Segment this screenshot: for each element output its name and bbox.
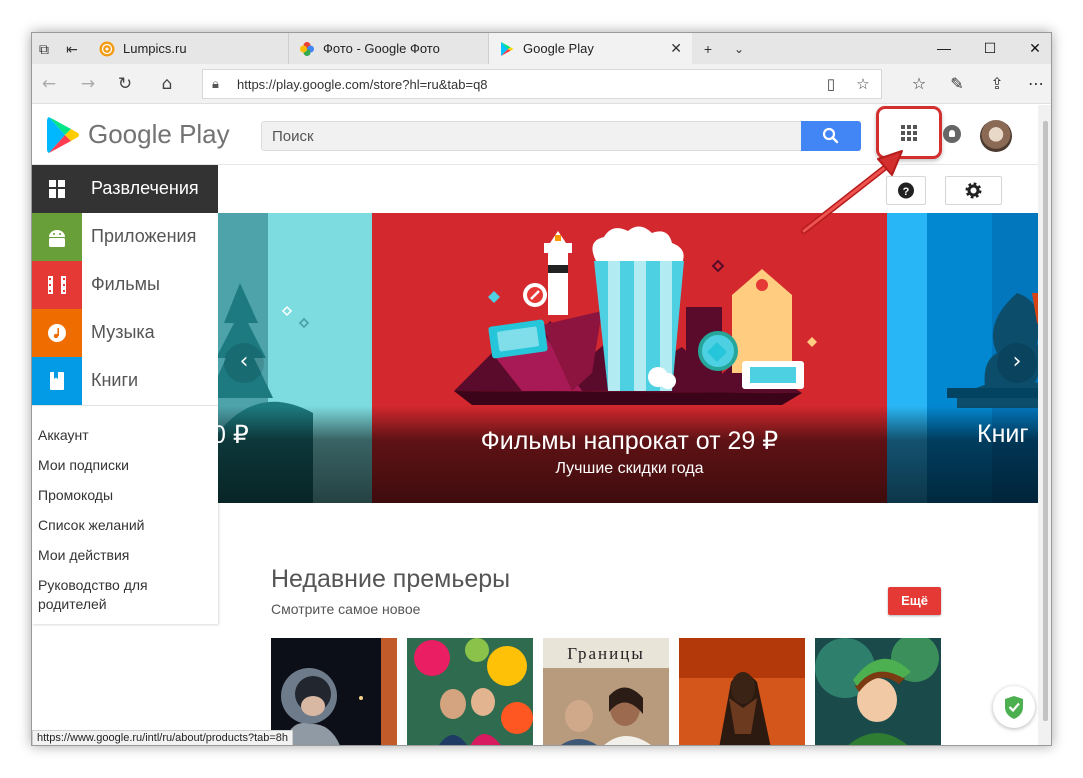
link-wishlist[interactable]: Список желаний	[38, 516, 208, 535]
shield-icon	[1005, 696, 1023, 719]
sidebar-item-label: Музыка	[91, 322, 155, 342]
browser-window: ⧉ ⇤ Lumpics.ru Фото - Google Фото Google…	[31, 32, 1052, 746]
share-icon[interactable]: ⇪	[984, 72, 1010, 96]
apps-grid-icon	[901, 125, 917, 141]
carousel-slide-previous[interactable]: 0 ₽ ‹	[218, 213, 372, 503]
carousel-prev-arrow[interactable]: ‹	[224, 343, 264, 383]
link-my-activity[interactable]: Мои действия	[38, 546, 208, 565]
status-bar-url: https://www.google.ru/intl/ru/about/prod…	[32, 730, 294, 745]
favorites-list-icon[interactable]: ☆	[906, 72, 932, 96]
settings-button[interactable]	[945, 176, 1002, 205]
link-account[interactable]: Аккаунт	[38, 426, 208, 445]
tab-actions-icon[interactable]: ⧉	[34, 39, 54, 59]
movie-card[interactable]	[815, 638, 941, 745]
chevron-down-icon[interactable]: ⌄	[729, 39, 749, 59]
google-photos-favicon-icon	[300, 42, 314, 56]
refresh-icon[interactable]: ↻	[112, 72, 138, 96]
link-promo-codes[interactable]: Промокоды	[38, 486, 208, 505]
slide-subtitle: Лучшие скидки года	[555, 460, 704, 477]
minimize-icon[interactable]: —	[921, 33, 967, 64]
close-window-icon[interactable]: ✕	[1012, 33, 1051, 64]
gear-icon	[965, 182, 982, 199]
set-aside-tabs-icon[interactable]: ⇤	[62, 39, 82, 59]
reading-view-icon[interactable]: ▯	[821, 75, 841, 93]
tab-strip: ⧉ ⇤ Lumpics.ru Фото - Google Фото Google…	[32, 33, 1051, 64]
url-text: https://play.google.com/store?hl=ru&tab=…	[237, 77, 488, 92]
section-title: Недавние премьеры	[271, 565, 511, 593]
forward-icon[interactable]: →	[75, 72, 101, 96]
tab-google-photos[interactable]: Фото - Google Фото	[289, 33, 489, 64]
more-icon[interactable]: ⋯	[1023, 72, 1049, 96]
sidebar-item-movies[interactable]: Фильмы	[32, 261, 218, 309]
movie-card[interactable]: Границы	[543, 638, 669, 745]
carousel-slide-active[interactable]: Фильмы напрокат от 29 ₽ Лучшие скидки го…	[372, 213, 887, 503]
promo-carousel: 0 ₽ ‹	[218, 213, 1038, 503]
carousel-next-arrow[interactable]: ›	[997, 343, 1037, 383]
slide-left-text: 0 ₽	[218, 421, 249, 449]
movie-poster	[407, 638, 533, 745]
tab-label: Фото - Google Фото	[323, 41, 440, 56]
sidebar-links: Аккаунт Мои подписки Промокоды Список же…	[32, 405, 218, 624]
film-icon	[32, 261, 82, 309]
slide-caption: 0 ₽	[218, 406, 372, 503]
vertical-scrollbar[interactable]	[1038, 105, 1051, 745]
lumpics-favicon-icon	[99, 41, 115, 57]
new-tab-icon[interactable]: +	[698, 39, 718, 59]
link-subscriptions[interactable]: Мои подписки	[38, 456, 208, 475]
avatar[interactable]	[980, 120, 1012, 152]
sidebar-item-label: Фильмы	[91, 274, 160, 294]
sidebar-item-label: Развлечения	[91, 178, 199, 198]
section-subtitle: Смотрите самое новое	[271, 601, 421, 617]
google-play-favicon-icon	[501, 42, 514, 56]
more-button[interactable]: Ещё	[888, 587, 941, 615]
movie-card[interactable]	[407, 638, 533, 745]
url-field[interactable]: 🔒︎ https://play.google.com/store?hl=ru&t…	[202, 69, 882, 99]
close-tab-icon[interactable]: ✕	[670, 40, 682, 57]
logo-text[interactable]: Google Play	[88, 119, 230, 150]
pen-icon[interactable]: ✎	[944, 72, 970, 96]
slide-right-text: Книг	[977, 420, 1029, 448]
tab-lumpics[interactable]: Lumpics.ru	[89, 33, 289, 64]
sidebar-item-apps[interactable]: Приложения	[32, 213, 218, 261]
slide-title: Фильмы напрокат от 29 ₽	[480, 427, 779, 455]
music-icon	[32, 309, 82, 357]
entertainment-icon	[49, 180, 65, 198]
tab-label: Lumpics.ru	[123, 41, 187, 56]
android-icon	[32, 213, 82, 261]
maximize-icon[interactable]: ☐	[967, 33, 1013, 64]
search-box	[261, 121, 861, 151]
scrollbar-thumb[interactable]	[1043, 121, 1048, 721]
address-bar: ← → ↻ ⌂ 🔒︎ https://play.google.com/store…	[32, 64, 1051, 104]
link-parent-guide[interactable]: Руководство для родителей	[38, 576, 208, 614]
callout-arrow-icon	[801, 150, 903, 234]
search-input[interactable]	[262, 122, 802, 150]
page-viewport: Google Play ? Развлечения	[32, 105, 1038, 745]
poster-title: Границы	[567, 644, 645, 663]
shield-button[interactable]	[993, 686, 1035, 728]
slide-caption: Фильмы напрокат от 29 ₽ Лучшие скидки го…	[372, 406, 887, 503]
book-icon	[32, 357, 82, 405]
sidebar-item-books[interactable]: Книги	[32, 357, 218, 405]
tab-google-play[interactable]: Google Play ✕	[489, 33, 692, 64]
lock-icon: 🔒︎	[212, 76, 219, 91]
movie-poster	[815, 638, 941, 745]
slide-caption: Книг	[887, 406, 1038, 503]
tab-label: Google Play	[523, 41, 594, 56]
sidebar-item-music[interactable]: Музыка	[32, 309, 218, 357]
sidebar-item-label: Приложения	[91, 226, 197, 246]
google-play-logo-icon[interactable]	[46, 115, 80, 155]
carousel-slide-next[interactable]: Книг ›	[887, 213, 1038, 503]
movie-poster	[679, 638, 805, 745]
sidebar-item-entertainment[interactable]: Развлечения	[32, 165, 218, 213]
sidebar-item-label: Книги	[91, 370, 139, 390]
back-icon[interactable]: ←	[36, 72, 62, 96]
movie-card[interactable]	[679, 638, 805, 745]
favorite-star-icon[interactable]: ☆	[853, 75, 873, 93]
notifications-icon[interactable]	[943, 125, 961, 143]
home-icon[interactable]: ⌂	[154, 72, 180, 96]
